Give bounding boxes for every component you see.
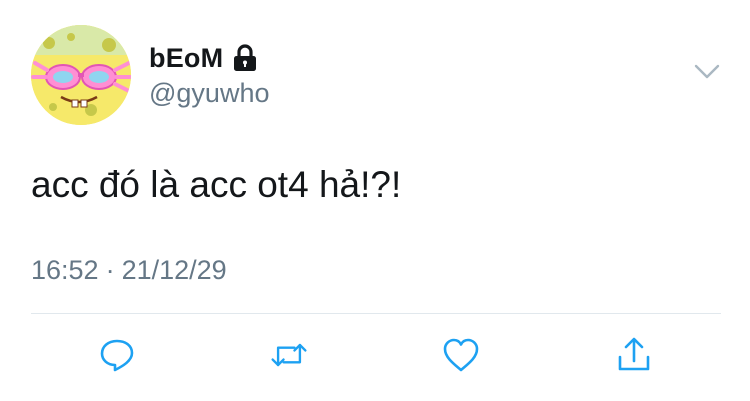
reply-icon [100,339,134,372]
divider [31,313,721,314]
tweet-timestamp[interactable]: 16:52 · 21/12/29 [31,255,227,286]
share-icon [618,337,650,371]
tweet-text: acc đó là acc ot4 hả!?! [31,164,402,205]
display-name-row: bEoM [149,40,258,76]
lock-icon [232,43,258,73]
user-handle[interactable]: @gyuwho [149,78,269,109]
retweet-button[interactable] [269,335,309,375]
display-name[interactable]: bEoM [149,43,223,74]
like-button[interactable] [441,335,481,375]
share-button[interactable] [614,335,654,375]
retweet-icon [271,343,307,367]
avatar[interactable] [31,25,131,125]
heart-icon [443,338,479,372]
tweet-time: 16:52 [31,255,99,285]
avatar-image [31,25,131,125]
tweet-date: 21/12/29 [121,255,227,285]
tweet: bEoM @gyuwho acc đó là acc ot4 hả!?! 16:… [0,0,750,401]
chevron-down-icon[interactable] [694,63,720,81]
timestamp-separator: · [105,255,115,285]
reply-button[interactable] [97,335,137,375]
